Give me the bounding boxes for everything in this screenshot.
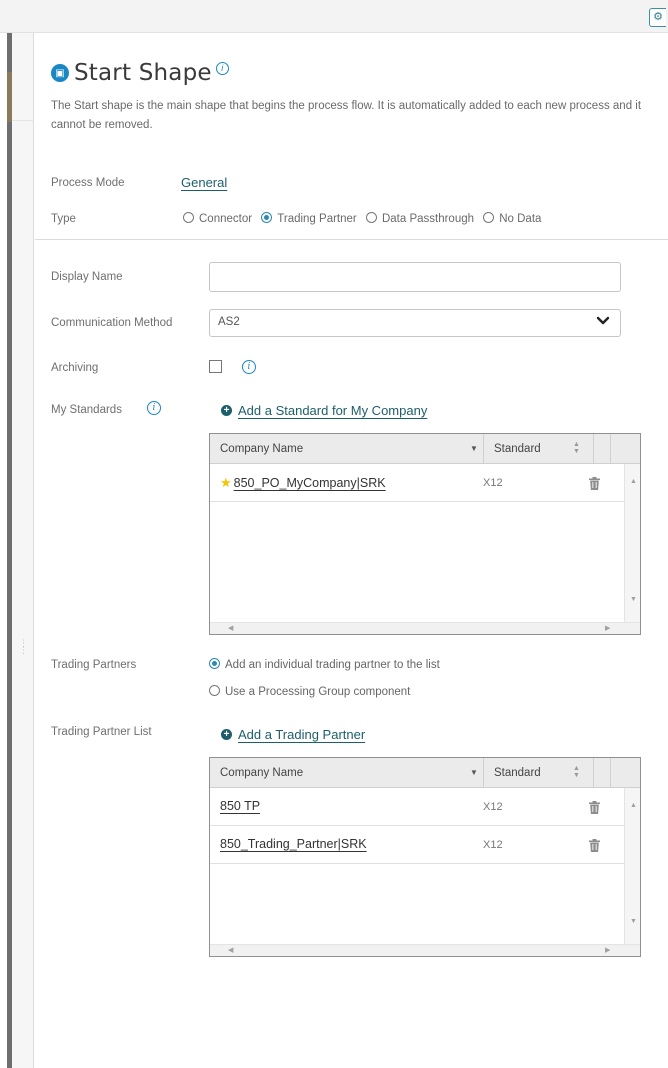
panel-gutter [12,33,34,1068]
trading-partners-option-individual[interactable]: Add an individual trading partner to the… [209,658,440,671]
horizontal-scrollbar[interactable]: ◀ ▶ [210,944,640,956]
type-option-data-passthrough[interactable]: Data Passthrough [365,212,474,225]
column-header-standard[interactable]: Standard [494,767,541,779]
scroll-up-icon[interactable]: ▲ [630,802,637,809]
vertical-scrollbar[interactable]: ▲ ▼ [624,788,640,944]
table-row[interactable]: 850 TP X12 [210,789,624,826]
grid-header: Company Name ▼ Standard ▲ ▼ [210,434,640,464]
company-name-link[interactable]: 850_Trading_Partner|SRK [220,837,367,851]
scroll-left-icon[interactable]: ◀ [228,624,233,632]
trading-partner-grid: Company Name ▼ Standard ▲ ▼ 850 TP X12 85… [209,757,641,957]
resize-handle[interactable]: ⋮ ⋮ [19,639,28,662]
trash-icon[interactable] [589,801,600,814]
trading-partners-label: Trading Partners [51,659,137,671]
standard-value: X12 [483,477,503,489]
radio-no-data[interactable] [483,212,495,223]
add-trading-partner-link[interactable]: + Add a Trading Partner [221,727,365,742]
chevron-down-icon [596,316,610,325]
trading-partners-option-processing-group[interactable]: Use a Processing Group component [209,685,410,698]
trash-icon[interactable] [589,477,600,490]
radio-trading-partner[interactable] [261,212,273,223]
panel-description: The Start shape is the main shape that b… [51,100,642,131]
vertical-scrollbar[interactable]: ▲ ▼ [624,464,640,622]
scroll-down-icon[interactable]: ▼ [630,596,637,603]
sort-desc-icon[interactable]: ▼ [470,768,478,777]
column-separator [483,434,484,464]
scroll-right-icon[interactable]: ▶ [605,946,610,954]
archiving-checkbox[interactable] [209,360,222,373]
info-icon[interactable]: i [215,61,229,75]
sort-desc-icon[interactable]: ▼ [470,444,478,453]
grid-header: Company Name ▼ Standard ▲ ▼ [210,758,640,788]
company-name-link[interactable]: 850 TP [220,799,260,813]
scroll-left-icon[interactable]: ◀ [228,946,233,954]
star-icon: ★ [220,475,232,490]
radio-individual-partner[interactable] [209,658,220,669]
company-name-link[interactable]: ★ 850_PO_MyCompany|SRK [220,475,386,491]
communication-method-label: Communication Method [51,317,173,329]
section-divider [35,239,668,240]
table-row[interactable]: 850_Trading_Partner|SRK X12 [210,827,624,864]
radio-data-passthrough[interactable] [365,212,377,223]
plus-circle-icon: + [221,405,232,416]
display-name-label: Display Name [51,271,123,283]
page-title: Start Shape [74,60,212,86]
panel-title-row: ▣ Start Shape i [51,60,229,86]
column-header-company-name[interactable]: Company Name [220,443,303,455]
trading-partner-list-label: Trading Partner List [51,726,152,738]
column-header-company-name[interactable]: Company Name [220,767,303,779]
radio-connector[interactable] [183,212,194,223]
scroll-down-icon[interactable]: ▼ [630,918,637,925]
column-separator [610,434,611,464]
table-row[interactable]: ★ 850_PO_MyCompany|SRK X12 [210,465,624,502]
sort-icon[interactable]: ▲ ▼ [573,441,580,455]
process-mode-value[interactable]: General [181,175,227,190]
horizontal-scrollbar[interactable]: ◀ ▶ [210,622,640,634]
standard-value: X12 [483,839,503,851]
trash-icon[interactable] [589,839,600,852]
radio-processing-group[interactable] [209,685,220,696]
info-icon[interactable]: i [147,401,161,415]
scroll-right-icon[interactable]: ▶ [605,624,610,632]
display-name-input[interactable] [209,262,621,292]
column-separator [483,758,484,788]
type-option-no-data[interactable]: No Data [483,212,541,225]
info-icon[interactable]: i [242,360,256,374]
archiving-label: Archiving [51,362,99,374]
column-separator [593,758,594,788]
communication-method-select[interactable]: AS2 [209,309,621,337]
type-option-trading-partner[interactable]: Trading Partner [261,212,357,225]
gear-icon[interactable]: ⚙ [649,8,666,27]
type-radio-group: Connector Trading Partner Data Passthrou… [183,212,547,225]
gutter-divider [12,120,34,121]
sort-icon[interactable]: ▲ ▼ [573,765,580,779]
plus-circle-icon: + [221,729,232,740]
scroll-up-icon[interactable]: ▲ [630,478,637,485]
start-shape-panel: ▣ Start Shape i The Start shape is the m… [35,33,668,1068]
standard-value: X12 [483,801,503,813]
type-label: Type [51,213,76,225]
top-toolbar: ⚙ [0,0,668,33]
column-separator [610,758,611,788]
my-standards-grid: Company Name ▼ Standard ▲ ▼ ★ 850_PO_MyCom… [209,433,641,635]
type-option-connector[interactable]: Connector [183,212,252,225]
my-standards-label: My Standards [51,404,122,416]
column-header-standard[interactable]: Standard [494,443,541,455]
add-standard-link[interactable]: + Add a Standard for My Company [221,403,427,418]
process-mode-label: Process Mode [51,177,125,189]
column-separator [593,434,594,464]
communication-method-value: AS2 [218,316,240,328]
start-shape-icon: ▣ [51,64,69,82]
